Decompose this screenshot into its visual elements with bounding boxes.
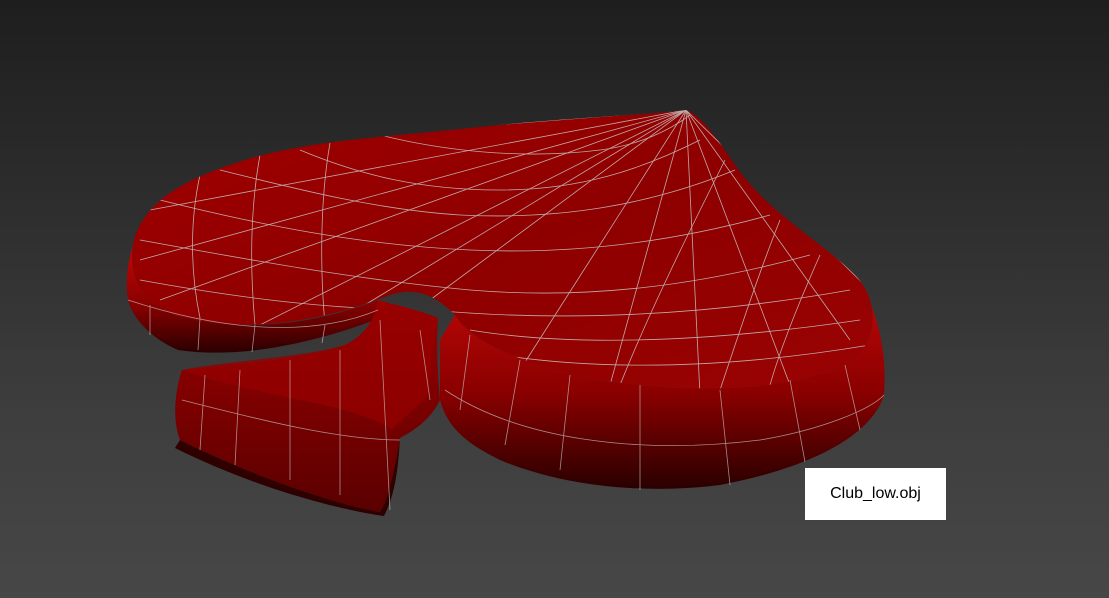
3d-viewport[interactable]: Club_low.obj bbox=[0, 0, 1109, 598]
object-filename-label: Club_low.obj bbox=[805, 468, 946, 520]
